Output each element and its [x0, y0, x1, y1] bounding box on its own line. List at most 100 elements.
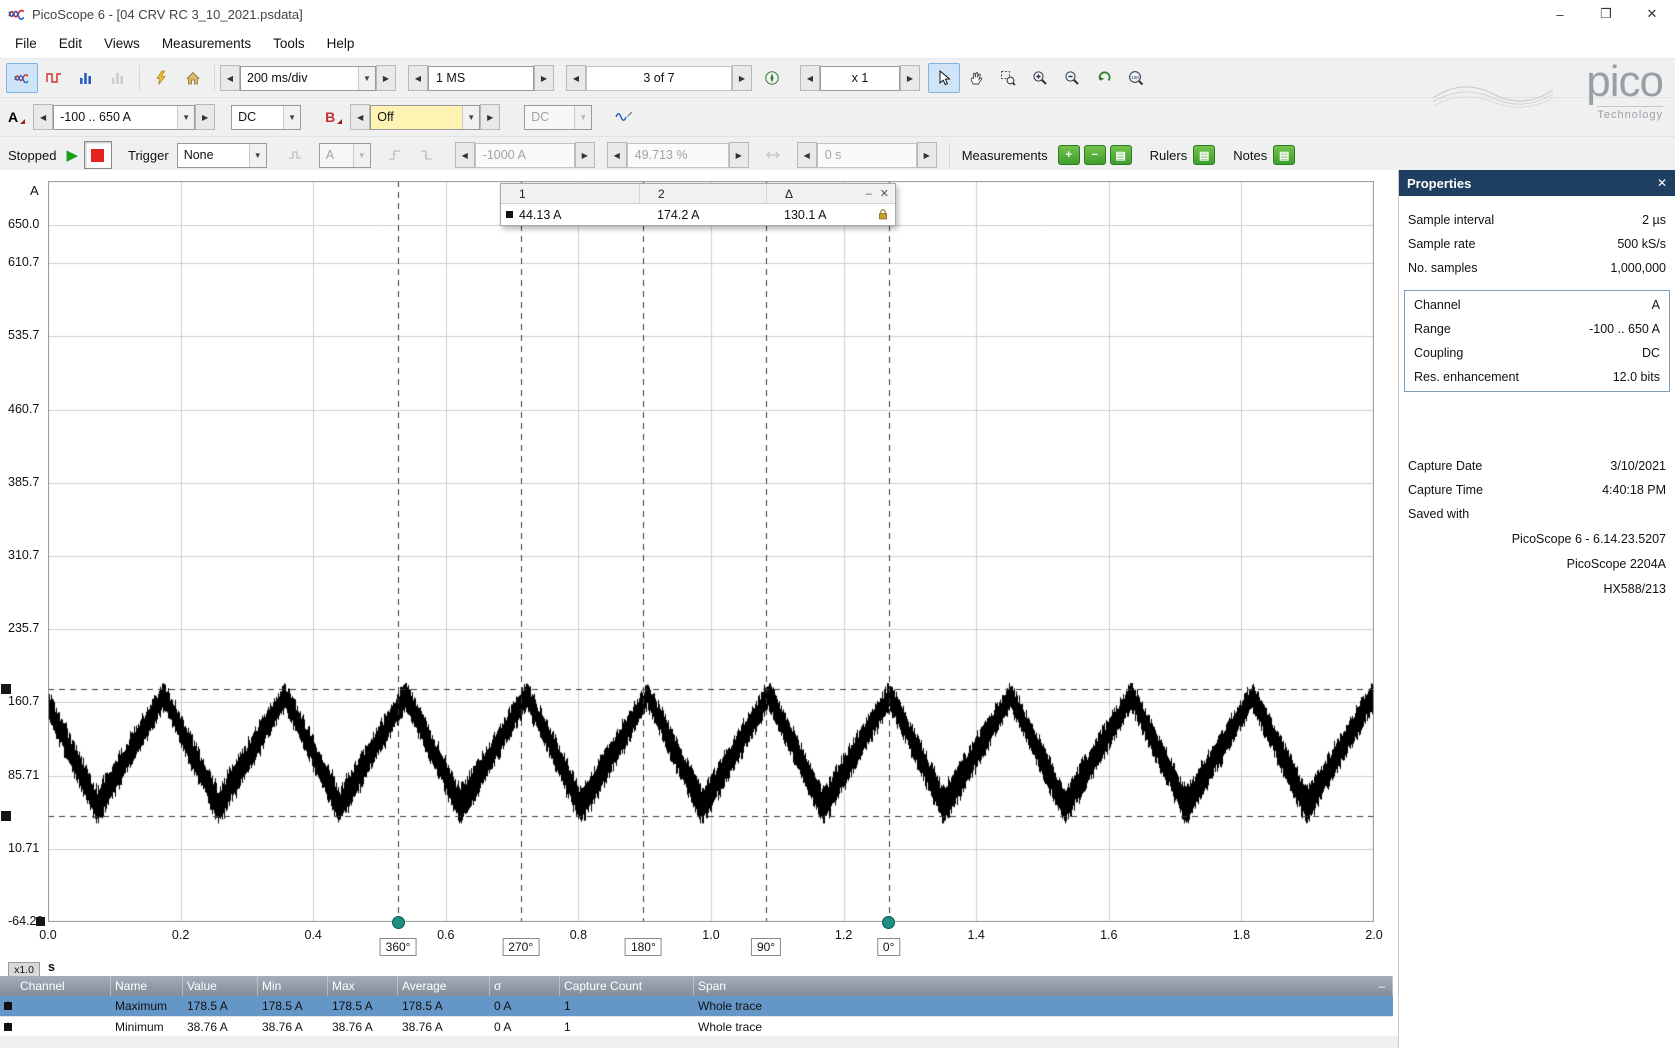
level-ruler-handle[interactable]: [1, 684, 11, 694]
table-header-cell[interactable]: Capture Count: [560, 976, 694, 996]
spectrum-view-button[interactable]: [70, 63, 102, 93]
table-row[interactable]: AMaximum178.5 A178.5 A178.5 A178.5 A0 A1…: [0, 996, 1393, 1017]
falling-edge-button[interactable]: [411, 140, 443, 170]
trigger-delay-input[interactable]: 0 s: [817, 143, 917, 168]
table-header-cell[interactable]: Span: [694, 976, 1393, 996]
waveform-plot[interactable]: [48, 181, 1374, 922]
menu-measurements[interactable]: Measurements: [151, 28, 262, 58]
scope-view-button[interactable]: [6, 63, 38, 93]
home-button[interactable]: [177, 63, 209, 93]
time-ruler-label[interactable]: 270°: [502, 938, 539, 956]
channel-a-range-increment-button[interactable]: ▶: [195, 104, 215, 130]
measurements-add-button[interactable]: +: [1058, 145, 1080, 165]
run-button[interactable]: ▶: [66, 146, 78, 164]
zoom-factor[interactable]: x 1: [820, 66, 900, 91]
table-header-cell[interactable]: Value: [183, 976, 258, 996]
trigger-mode-select[interactable]: None ▼: [177, 143, 267, 168]
legend-minimize-button[interactable]: –: [866, 188, 872, 200]
table-header-cell[interactable]: Min: [258, 976, 328, 996]
table-header-cell[interactable]: σ: [490, 976, 560, 996]
table-header-cell[interactable]: Average: [398, 976, 490, 996]
advanced-trigger-button[interactable]: [279, 140, 311, 170]
trigger-level-increment-button[interactable]: ▶: [575, 142, 595, 168]
chevron-down-icon[interactable]: ▼: [353, 144, 370, 167]
time-ruler-handle[interactable]: [882, 916, 895, 929]
samples-decrement-button[interactable]: ◀: [408, 65, 428, 91]
table-row[interactable]: AMinimum38.76 A38.76 A38.76 A38.76 A0 A1…: [0, 1017, 1393, 1038]
properties-close-button[interactable]: ✕: [1657, 176, 1667, 190]
hand-tool-button[interactable]: [960, 63, 992, 93]
time-ruler-label[interactable]: 360°: [380, 938, 417, 956]
timebase-decrement-button[interactable]: ◀: [220, 65, 240, 91]
buffer-prev-button[interactable]: ◀: [566, 65, 586, 91]
trigger-source-select[interactable]: A ▼: [319, 143, 371, 168]
zoom-in-tool-button[interactable]: [1024, 63, 1056, 93]
normal-selection-tool-button[interactable]: [928, 63, 960, 93]
channel-b-range-decrement-button[interactable]: ◀: [350, 104, 370, 130]
ruler-legend[interactable]: 1 2 Δ – ✕ 44.13 A 174.2 A 130.1 A: [500, 183, 896, 226]
time-ruler-label[interactable]: 180°: [625, 938, 662, 956]
zoom-decrement-button[interactable]: ◀: [800, 65, 820, 91]
zoom-full-button[interactable]: 100: [1120, 63, 1152, 93]
samples-increment-button[interactable]: ▶: [534, 65, 554, 91]
time-ruler-dock[interactable]: [36, 917, 45, 926]
table-header-cell[interactable]: Channel: [0, 976, 111, 996]
chevron-down-icon[interactable]: ▼: [462, 106, 479, 129]
menu-tools[interactable]: Tools: [262, 28, 316, 58]
channel-a-tab[interactable]: A: [8, 109, 25, 125]
menu-views[interactable]: Views: [93, 28, 151, 58]
channel-b-range-increment-button[interactable]: ▶: [480, 104, 500, 130]
timebase-select[interactable]: 200 ms/div ▼: [240, 66, 376, 91]
channel-b-tab[interactable]: B: [325, 109, 342, 125]
table-minimize-button[interactable]: –: [1378, 976, 1385, 996]
chevron-down-icon[interactable]: ▼: [177, 106, 194, 129]
time-ruler-handle[interactable]: [392, 916, 405, 929]
trigger-level-input[interactable]: -1000 A: [475, 143, 575, 168]
trigger-delay-decrement-button[interactable]: ◀: [797, 142, 817, 168]
time-ruler-label[interactable]: 90°: [751, 938, 781, 956]
minimize-button[interactable]: –: [1537, 0, 1583, 28]
xy-view-button[interactable]: [102, 63, 134, 93]
measurements-remove-button[interactable]: −: [1084, 145, 1106, 165]
channel-a-range-decrement-button[interactable]: ◀: [33, 104, 53, 130]
menu-edit[interactable]: Edit: [48, 28, 93, 58]
rulers-settings-button[interactable]: ▤: [1193, 145, 1215, 165]
marquee-zoom-tool-button[interactable]: [992, 63, 1024, 93]
measurements-grid-button[interactable]: ▤: [1110, 145, 1132, 165]
channel-b-coupling-select[interactable]: DC ▼: [524, 105, 592, 130]
trigger-delay-increment-button[interactable]: ▶: [917, 142, 937, 168]
timebase-increment-button[interactable]: ▶: [376, 65, 396, 91]
notes-button[interactable]: ▤: [1273, 145, 1295, 165]
persistence-view-button[interactable]: [38, 63, 70, 93]
menu-file[interactable]: File: [4, 28, 48, 58]
chevron-down-icon[interactable]: ▼: [358, 67, 375, 90]
menu-help[interactable]: Help: [316, 28, 366, 58]
zoom-out-tool-button[interactable]: [1056, 63, 1088, 93]
chevron-down-icon[interactable]: ▼: [574, 106, 591, 129]
buffer-next-button[interactable]: ▶: [732, 65, 752, 91]
trigger-timing-button[interactable]: [757, 140, 789, 170]
channel-a-range-select[interactable]: -100 .. 650 A ▼: [53, 105, 195, 130]
zoom-increment-button[interactable]: ▶: [900, 65, 920, 91]
chevron-down-icon[interactable]: ▼: [283, 106, 300, 129]
buffer-navigator-button[interactable]: [756, 63, 788, 93]
channel-b-range-select[interactable]: Off ▼: [370, 105, 480, 130]
pretrigger-increment-button[interactable]: ▶: [729, 142, 749, 168]
stop-button[interactable]: [84, 141, 112, 169]
maximize-button[interactable]: ❐: [1583, 0, 1629, 28]
time-ruler-label[interactable]: 0°: [877, 938, 900, 956]
undo-zoom-button[interactable]: [1088, 63, 1120, 93]
trigger-level-decrement-button[interactable]: ◀: [455, 142, 475, 168]
samples-input[interactable]: 1 MS: [428, 66, 534, 91]
level-ruler-handle[interactable]: [1, 811, 11, 821]
setup-wizard-button[interactable]: [145, 63, 177, 93]
close-button[interactable]: ✕: [1629, 0, 1675, 28]
signal-generator-button[interactable]: [608, 102, 640, 132]
table-header-cell[interactable]: Max: [328, 976, 398, 996]
pretrigger-input[interactable]: 49.713 %: [627, 143, 729, 168]
channel-a-coupling-select[interactable]: DC ▼: [231, 105, 301, 130]
legend-close-button[interactable]: ✕: [880, 187, 889, 200]
table-header-cell[interactable]: Name: [111, 976, 183, 996]
lock-icon[interactable]: [876, 207, 890, 222]
pretrigger-decrement-button[interactable]: ◀: [607, 142, 627, 168]
